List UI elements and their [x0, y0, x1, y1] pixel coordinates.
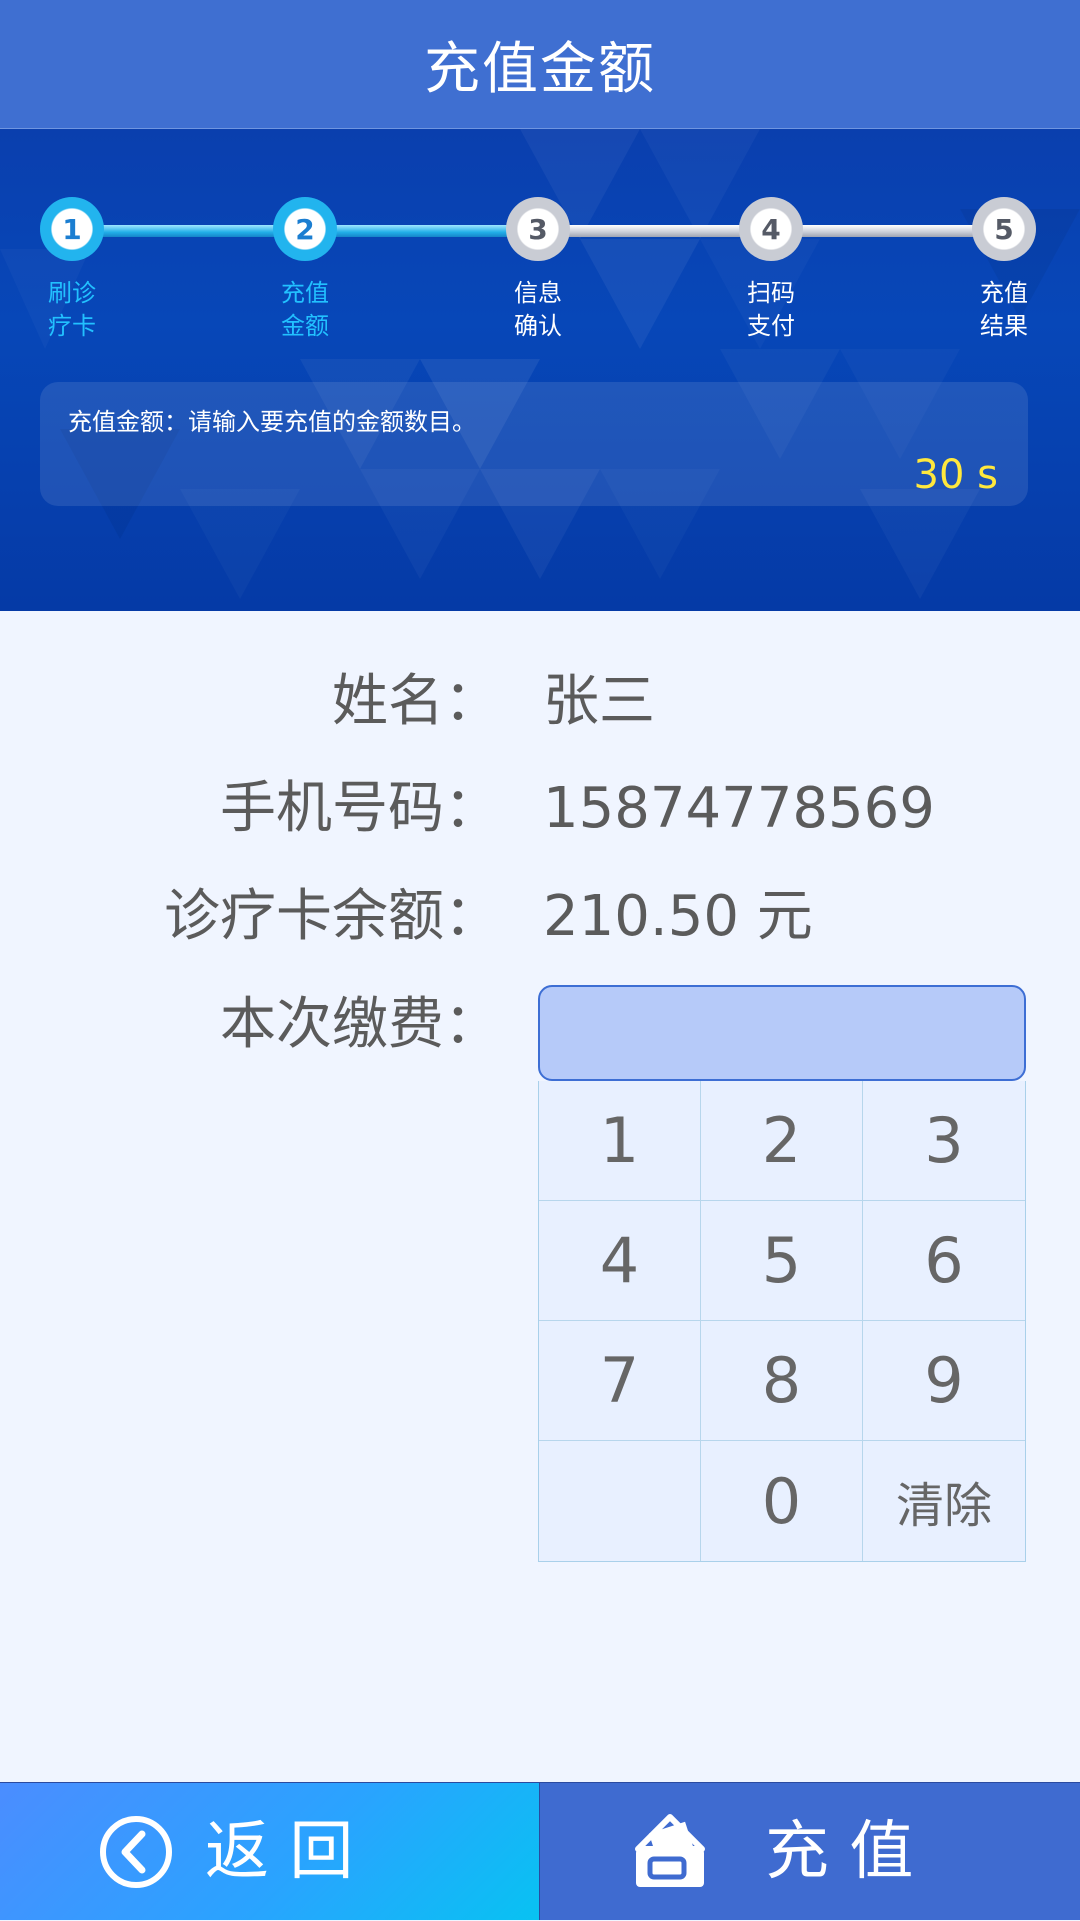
key-2[interactable]: 2	[701, 1081, 863, 1201]
amount-input[interactable]	[538, 985, 1026, 1081]
key-8[interactable]: 8	[701, 1321, 863, 1441]
balance-value: 210.50 元	[543, 884, 813, 949]
countdown-timer: 30 s	[913, 452, 998, 498]
payment-label: 本次缴费：	[220, 992, 500, 1057]
step-2-number: 2	[295, 212, 315, 246]
step-4-label: 扫码 支付	[747, 279, 795, 340]
instruction-box: 充值金额：请输入要充值的金额数目。 30 s	[40, 382, 1028, 506]
key-6[interactable]: 6	[863, 1201, 1025, 1321]
step-2-circle: 2	[273, 197, 337, 261]
balance-label: 诊疗卡余额：	[164, 884, 500, 949]
balance-row: 诊疗卡余额： 210.50 元	[0, 877, 1080, 957]
key-9[interactable]: 9	[863, 1321, 1025, 1441]
step-1-number: 1	[62, 212, 82, 246]
key-5[interactable]: 5	[701, 1201, 863, 1321]
step-2-label: 充值 金额	[281, 279, 329, 340]
back-chevron-circle-icon	[100, 1816, 172, 1888]
back-button[interactable]: 返 回	[0, 1782, 540, 1920]
step-1-label: 刷诊 疗卡	[48, 279, 96, 340]
step-5-label: 充值 结果	[980, 279, 1028, 340]
key-4[interactable]: 4	[539, 1201, 701, 1321]
step-4-circle: 4	[739, 197, 803, 261]
step-4-number: 4	[761, 212, 781, 246]
key-0[interactable]: 0	[701, 1441, 863, 1561]
step-3-circle: 3	[506, 197, 570, 261]
key-1[interactable]: 1	[539, 1081, 701, 1201]
instruction-text: 充值金额：请输入要充值的金额数目。	[68, 408, 476, 436]
name-row: 姓名： 张三	[0, 662, 1080, 742]
back-button-label: 返 回	[205, 1815, 354, 1889]
phone-row: 手机号码： 15874778569	[0, 769, 1080, 849]
page-title: 充值金额	[424, 36, 656, 102]
key-blank	[539, 1441, 701, 1561]
phone-value: 15874778569	[543, 776, 935, 841]
key-7[interactable]: 7	[539, 1321, 701, 1441]
charge-button[interactable]: 充 值	[540, 1782, 1080, 1920]
step-3-number: 3	[528, 212, 548, 246]
key-3[interactable]: 3	[863, 1081, 1025, 1201]
charge-button-label: 充 值	[765, 1815, 914, 1889]
wallet-card-icon	[635, 1814, 705, 1887]
step-indicator: 1 刷诊 疗卡 2 充值 金额 3 信息 确认 4 扫码 支付 5 充值 结果	[0, 129, 1080, 359]
step-3-label: 信息 确认	[514, 279, 562, 340]
numeric-keypad: 1 2 3 4 5 6 7 8 9 0 清除	[538, 1081, 1026, 1562]
step-5-circle: 5	[972, 197, 1036, 261]
step-1-circle: 1	[40, 197, 104, 261]
progress-banner: 1 刷诊 疗卡 2 充值 金额 3 信息 确认 4 扫码 支付 5 充值 结果 …	[0, 129, 1080, 611]
phone-label: 手机号码：	[220, 776, 500, 841]
top-bar: 充值金额	[0, 0, 1080, 129]
step-5-number: 5	[994, 212, 1014, 246]
key-clear[interactable]: 清除	[863, 1441, 1025, 1561]
name-label: 姓名：	[332, 669, 500, 734]
name-value: 张三	[543, 669, 655, 734]
